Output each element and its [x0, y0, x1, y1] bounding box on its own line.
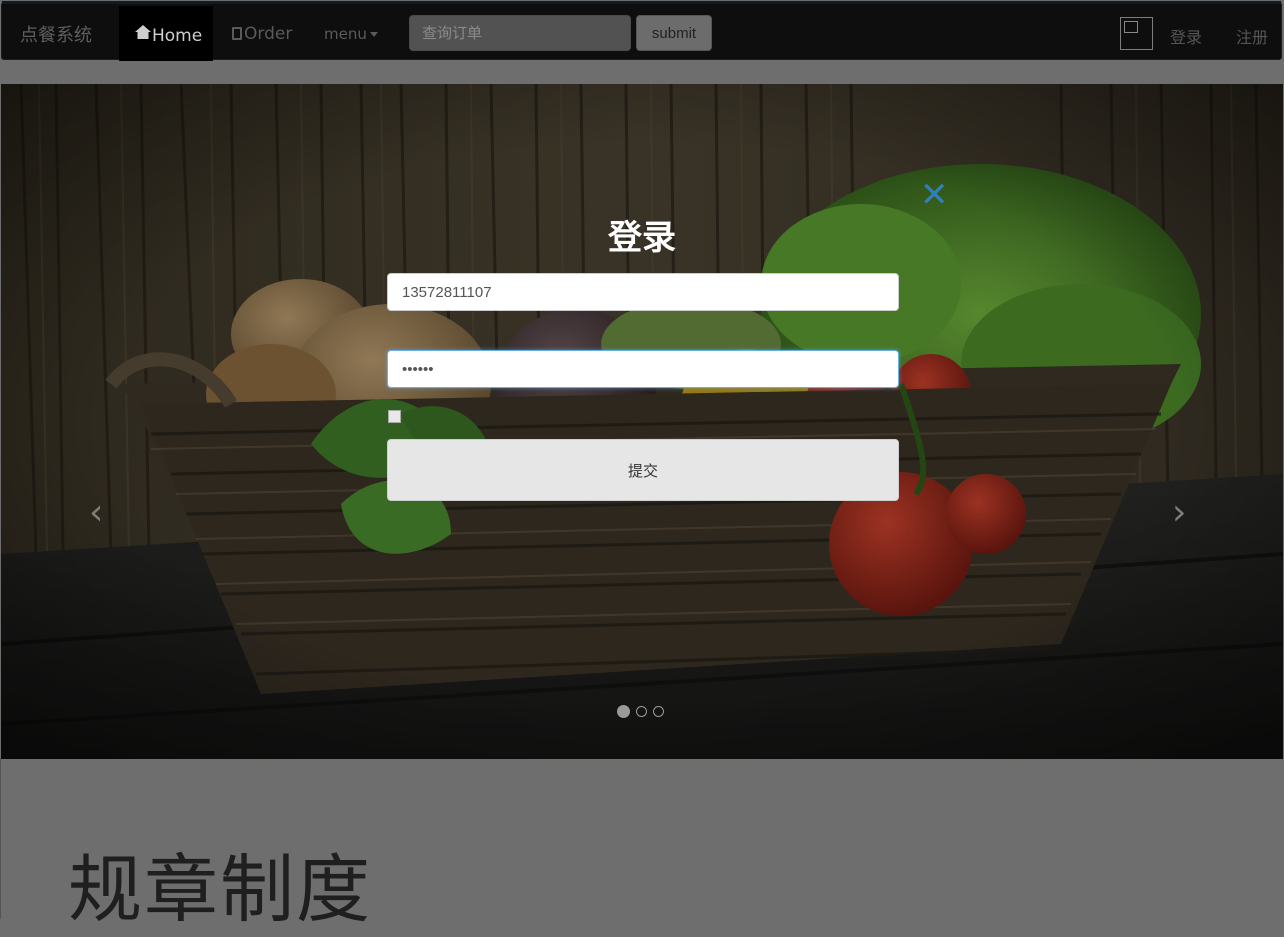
page-left-border [0, 758, 1, 919]
top-navbar: 点餐系统 Home Order menu submit 登录 注册 [1, 1, 1282, 61]
login-modal-title: 登录 [608, 218, 676, 258]
order-search-input[interactable] [409, 15, 631, 51]
broken-image-icon [1124, 21, 1138, 33]
vegetable-basket-image [1, 84, 1283, 759]
rules-section-title: 规章制度 [68, 847, 372, 933]
password-input[interactable] [387, 350, 899, 388]
nav-item-home[interactable]: Home [119, 6, 213, 61]
nav-register-link[interactable]: 注册 [1236, 24, 1268, 48]
carousel: ‹ › [1, 84, 1283, 759]
avatar[interactable] [1120, 17, 1153, 50]
carousel-indicators [617, 705, 664, 718]
nav-item-order[interactable]: Order [232, 24, 292, 44]
nav-home-label: Home [152, 26, 203, 46]
carousel-prev-arrow[interactable]: ‹ [89, 492, 103, 533]
login-submit-button[interactable]: 提交 [387, 439, 899, 501]
phone-input[interactable] [387, 273, 899, 311]
search-submit-button[interactable]: submit [636, 15, 712, 51]
caret-down-icon [369, 32, 378, 37]
nav-menu-dropdown[interactable]: menu [324, 25, 378, 43]
nav-login-link[interactable]: 登录 [1170, 24, 1202, 48]
carousel-indicator-1[interactable] [617, 705, 630, 718]
carousel-next-arrow[interactable]: › [1172, 492, 1186, 533]
document-icon [232, 27, 242, 40]
nav-menu-label: menu [324, 25, 367, 43]
close-icon[interactable]: ✕ [920, 178, 949, 212]
home-icon [135, 25, 151, 39]
carousel-indicator-3[interactable] [653, 706, 664, 717]
carousel-indicator-2[interactable] [636, 706, 647, 717]
brand-title[interactable]: 点餐系统 [20, 21, 92, 47]
remember-checkbox[interactable] [388, 410, 401, 423]
nav-order-label: Order [244, 24, 293, 44]
